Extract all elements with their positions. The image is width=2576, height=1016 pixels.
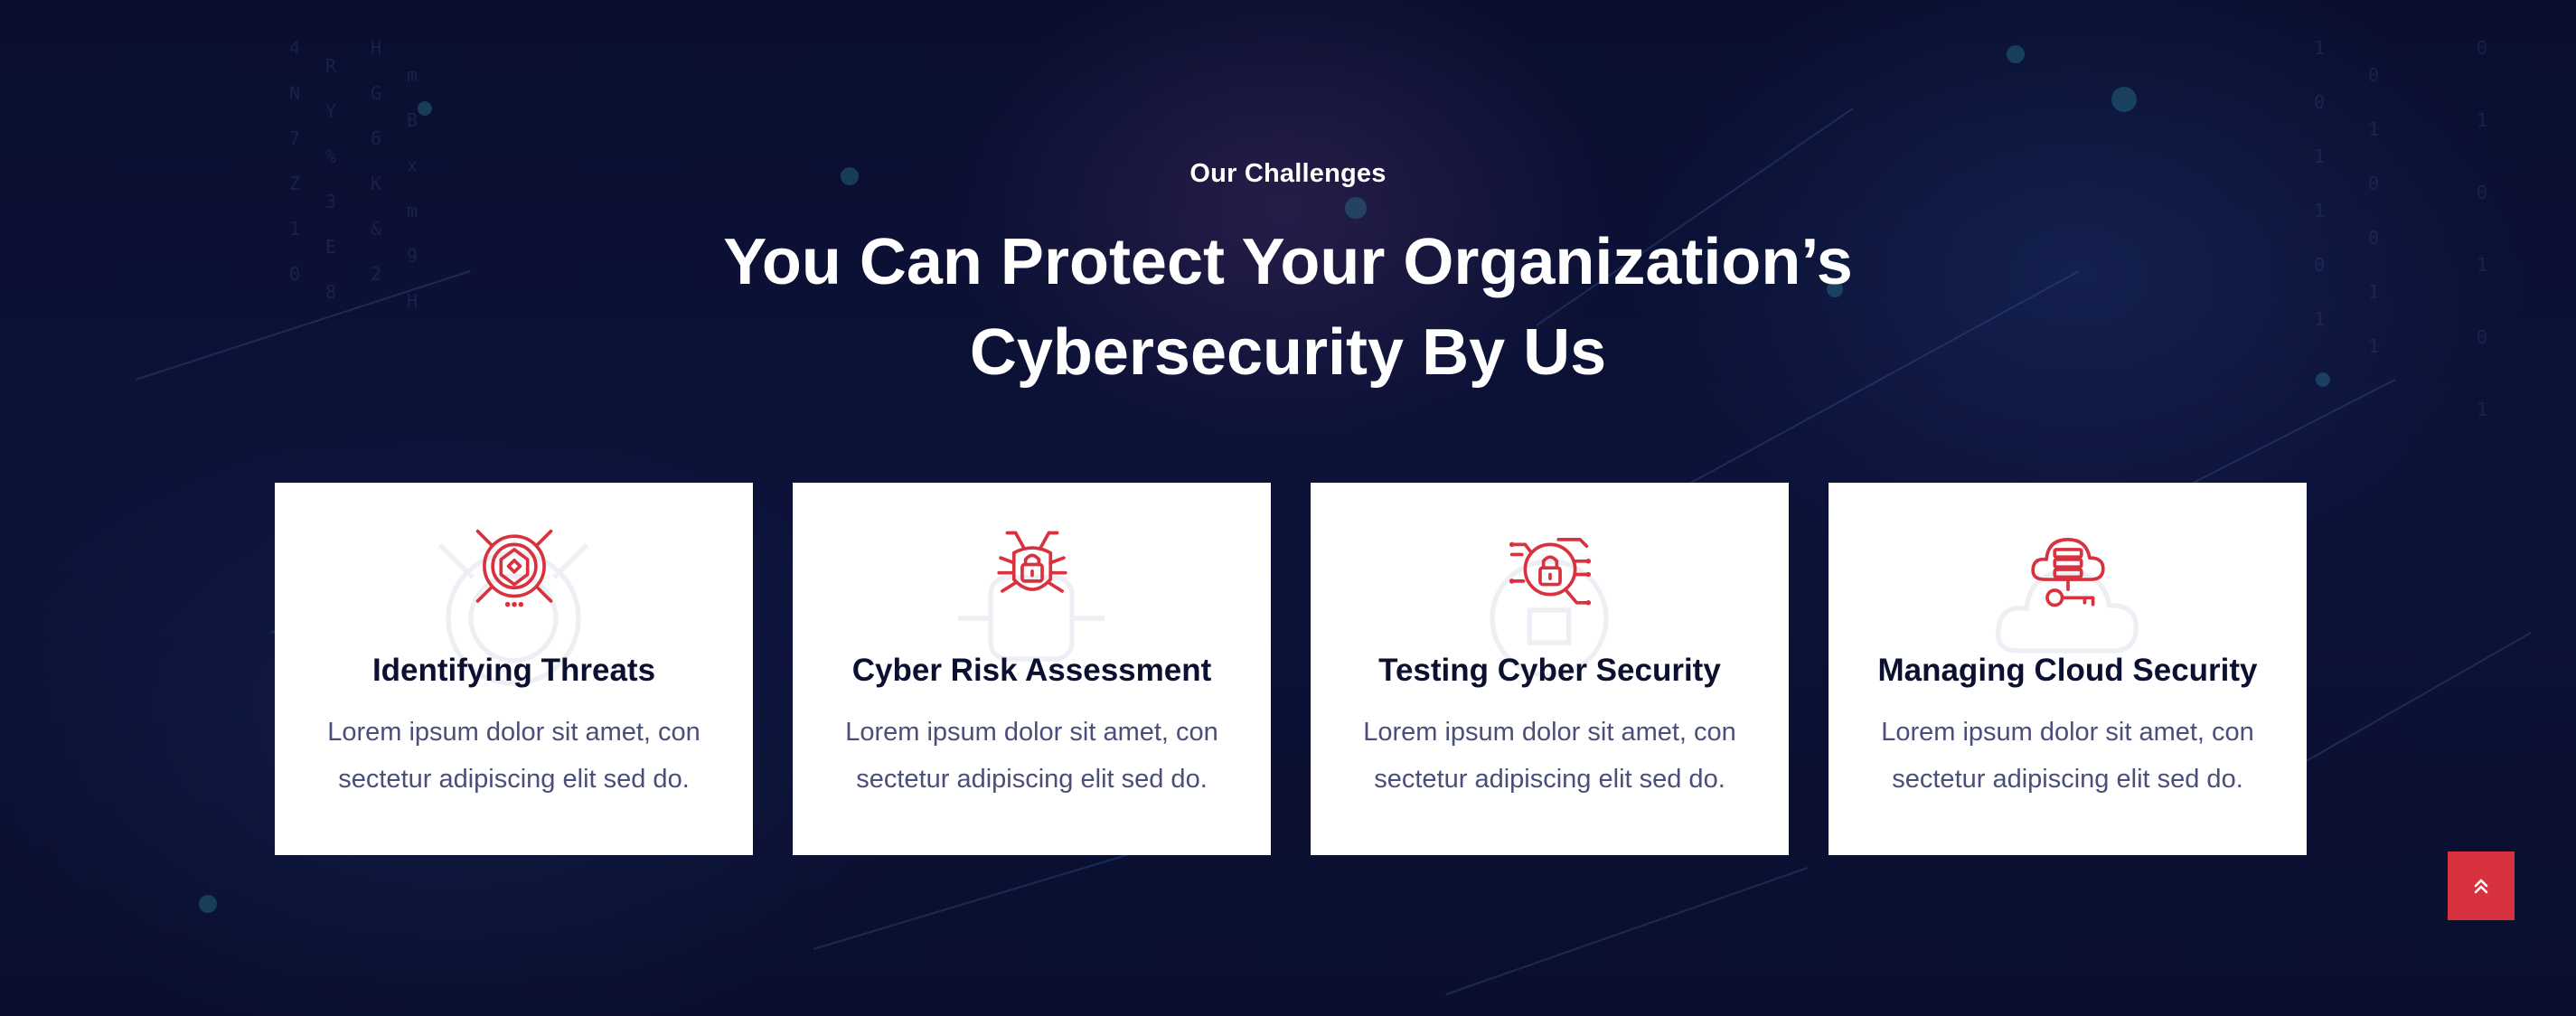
- svg-text:4: 4: [289, 37, 300, 59]
- svg-text:7: 7: [289, 127, 300, 149]
- svg-text:G: G: [371, 82, 381, 104]
- svg-text:2: 2: [371, 263, 381, 285]
- scroll-to-top-button[interactable]: [2448, 851, 2515, 920]
- svg-text:1: 1: [2314, 37, 2325, 59]
- svg-text:1: 1: [2368, 335, 2379, 357]
- svg-text:1: 1: [2314, 308, 2325, 330]
- svg-text:0: 0: [2477, 326, 2487, 348]
- challenges-section: 4N7 Z10 R Y% 3E8 HG6 K & 2 mBx m9H 101 101 …: [0, 0, 2576, 1016]
- section-eyebrow: Our Challenges: [1189, 159, 1387, 188]
- svg-text:0: 0: [2314, 254, 2325, 276]
- card-description: Lorem ipsum dolor sit amet, con sectetur…: [1363, 718, 1736, 794]
- svg-text:0: 0: [289, 263, 300, 285]
- svg-text:m: m: [407, 200, 418, 221]
- svg-text:1: 1: [2368, 118, 2379, 140]
- svg-text:0: 0: [2314, 91, 2325, 113]
- svg-text:8: 8: [325, 281, 336, 303]
- svg-text:E: E: [325, 236, 336, 258]
- svg-text:0: 0: [2368, 227, 2379, 249]
- svg-text:H: H: [407, 290, 418, 312]
- challenge-card-cyber-risk-assessment[interactable]: Cyber Risk Assessment Lorem ipsum dolor …: [793, 483, 1271, 855]
- card-description: Lorem ipsum dolor sit amet, con sectetur…: [845, 718, 1218, 794]
- svg-text:m: m: [407, 64, 418, 86]
- svg-text:&: &: [371, 218, 381, 240]
- double-chevron-up-icon: [2474, 879, 2488, 894]
- section-headline: You Can Protect Your Organization’s Cybe…: [723, 226, 1853, 389]
- svg-text:H: H: [371, 37, 381, 59]
- challenge-card-managing-cloud-security[interactable]: Managing Cloud Security Lorem ipsum dolo…: [1829, 483, 2307, 855]
- svg-text:0: 0: [2368, 64, 2379, 86]
- svg-text:1: 1: [2477, 399, 2487, 420]
- card-title: Cyber Risk Assessment: [851, 653, 1212, 688]
- challenge-cards: Identifying Threats Lorem ipsum dolor si…: [275, 483, 2308, 855]
- card-title: Managing Cloud Security: [1877, 653, 2258, 688]
- svg-text:1: 1: [2368, 281, 2379, 303]
- svg-text:1: 1: [2314, 200, 2325, 221]
- svg-text:B: B: [407, 109, 418, 131]
- card-title: Identifying Threats: [371, 653, 656, 688]
- challenge-card-testing-cyber-security[interactable]: Testing Cyber Security Lorem ipsum dolor…: [1311, 483, 1789, 855]
- svg-text:0: 0: [2477, 37, 2487, 59]
- card-description: Lorem ipsum dolor sit amet, con sectetur…: [327, 718, 700, 794]
- svg-text:1: 1: [289, 218, 300, 240]
- card-title: Testing Cyber Security: [1378, 653, 1721, 688]
- svg-text:3: 3: [325, 191, 336, 212]
- svg-text:1: 1: [2477, 109, 2487, 131]
- svg-text:6: 6: [371, 127, 381, 149]
- circuit-lock-icon: [1509, 538, 1592, 606]
- svg-text:1: 1: [2477, 254, 2487, 276]
- card-description: Lorem ipsum dolor sit amet, con sectetur…: [1881, 718, 2254, 794]
- target-shield-icon: [475, 529, 553, 607]
- cloud-key-icon: [2031, 538, 2105, 607]
- challenge-card-identifying-threats[interactable]: Identifying Threats Lorem ipsum dolor si…: [275, 483, 753, 855]
- svg-text:9: 9: [407, 245, 418, 267]
- bug-lock-icon: [997, 531, 1067, 593]
- svg-text:Y: Y: [325, 100, 336, 122]
- svg-text:N: N: [289, 82, 300, 104]
- svg-text:R: R: [325, 55, 337, 77]
